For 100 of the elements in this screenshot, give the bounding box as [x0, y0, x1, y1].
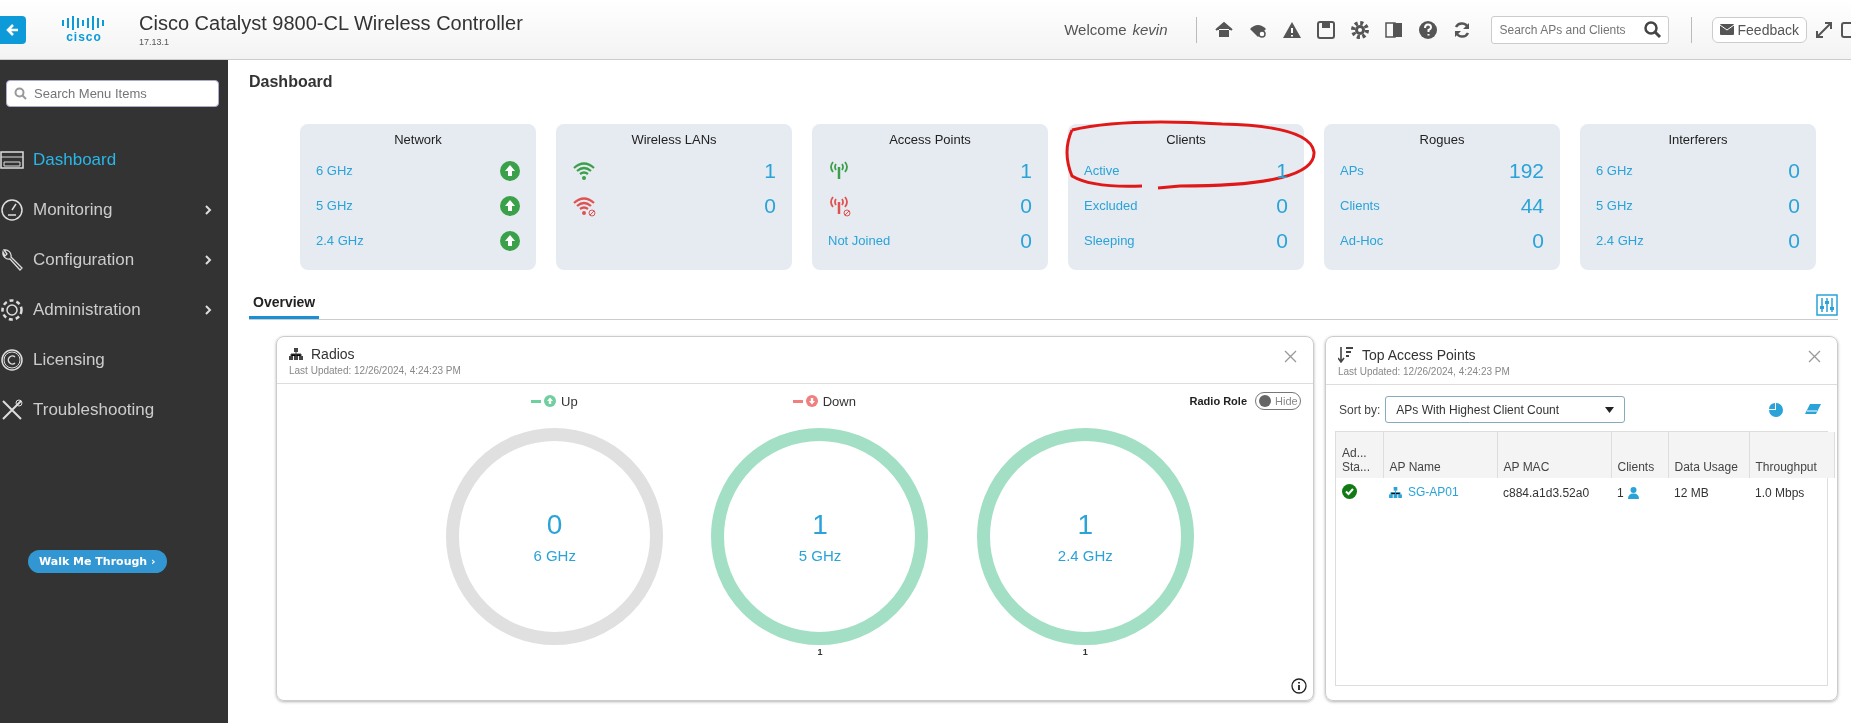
count-value[interactable]: 0: [1532, 228, 1544, 253]
version-label: 17.13.1: [139, 37, 171, 47]
sliders-icon[interactable]: [1816, 294, 1838, 316]
sort-dropdown[interactable]: APs With Highest Client Count: [1385, 396, 1626, 423]
metric-label[interactable]: 6 GHz: [1596, 163, 1789, 178]
count-value[interactable]: 0: [1788, 158, 1800, 183]
save-icon[interactable]: [1315, 19, 1336, 40]
tab[interactable]: Overview: [249, 290, 320, 319]
menu-search-field[interactable]: Search Menu Items: [6, 80, 219, 107]
band-label[interactable]: 5 GHz: [316, 198, 500, 213]
card-title: Clients: [1165, 132, 1207, 147]
ring-footnote: 1: [817, 647, 823, 657]
band-label[interactable]: 2.4 GHz: [316, 233, 500, 248]
search-icon: [1643, 20, 1662, 39]
metric-label[interactable]: 2.4 GHz: [1596, 233, 1789, 248]
legend-label: Down: [822, 393, 856, 409]
app-title: Cisco Catalyst 9800-CL Wireless Controller: [139, 12, 523, 35]
user-name: kevin: [1132, 21, 1168, 38]
feedback-button[interactable]: Feedback: [1711, 16, 1807, 43]
column-header[interactable]: Throughput: [1749, 432, 1834, 478]
back-arrow-icon: [6, 22, 20, 37]
column-header[interactable]: Clients: [1611, 432, 1668, 478]
close-icon: [1284, 350, 1297, 363]
page-title: Dashboard: [249, 73, 334, 91]
metric-label[interactable]: 5 GHz: [1596, 198, 1789, 213]
radio-role-toggle[interactable]: Hide: [1255, 392, 1301, 410]
card-title: Network: [393, 132, 443, 147]
metric-label[interactable]: Active: [1084, 163, 1277, 178]
close-icon: [1808, 350, 1821, 363]
table-cell: 1.0 Mbps: [1749, 478, 1834, 508]
card-title: Wireless LANs: [630, 132, 718, 147]
radio-count[interactable]: 1: [812, 509, 828, 541]
column-header[interactable]: Data Usage: [1668, 432, 1749, 478]
card-title: Interferers: [1667, 132, 1729, 147]
gear-icon: [0, 298, 24, 322]
count-value[interactable]: 44: [1520, 193, 1544, 218]
band-label[interactable]: 6 GHz: [533, 547, 576, 564]
count-value[interactable]: 1: [764, 158, 776, 183]
wrench-icon: [0, 248, 24, 272]
radio-count[interactable]: 0: [546, 509, 563, 541]
radio-count[interactable]: 1: [1077, 509, 1094, 541]
count-value[interactable]: 0: [1788, 193, 1800, 218]
count-value[interactable]: 0: [1020, 228, 1032, 253]
walk-me-through-button[interactable]: Walk Me Through ›: [28, 550, 167, 573]
person-icon[interactable]: [1627, 487, 1639, 499]
metric-label[interactable]: Not Joined: [828, 233, 1021, 248]
card-title: Rogues: [1418, 132, 1466, 147]
nav-item[interactable]: Licensing: [0, 335, 228, 385]
ap-name-link[interactable]: SG-AP01: [1389, 485, 1459, 500]
column-header[interactable]: AP MAC: [1497, 432, 1611, 478]
radio-role-label: Radio Role: [1189, 395, 1247, 407]
search-field[interactable]: Search APs and Clients: [1490, 15, 1669, 44]
metric-label[interactable]: Sleeping: [1084, 233, 1277, 248]
count-value[interactable]: 0: [1276, 228, 1288, 253]
count-value[interactable]: 0: [764, 193, 776, 218]
count-value[interactable]: 192: [1508, 158, 1544, 183]
home-icon[interactable]: [1213, 19, 1234, 40]
band-label[interactable]: 2.4 GHz: [1057, 547, 1113, 564]
panel-title: Radios: [311, 346, 355, 362]
welcome-label: Welcome: [1064, 21, 1127, 38]
back-button[interactable]: [0, 15, 26, 44]
metric-label[interactable]: APs: [1340, 163, 1509, 178]
settings-icon[interactable]: [1349, 19, 1370, 40]
table-cell: 1: [1617, 486, 1624, 500]
sort-label: Sort by:: [1339, 402, 1381, 417]
band-label[interactable]: 5 GHz: [798, 547, 842, 564]
gauge-icon: [0, 198, 24, 222]
nav-item[interactable]: Administration: [0, 285, 228, 335]
card-title: Access Points: [888, 132, 972, 147]
nav-item[interactable]: Monitoring: [0, 185, 228, 235]
band-label[interactable]: 6 GHz: [316, 163, 500, 178]
count-value[interactable]: 0: [1020, 193, 1032, 218]
pie-chart-icon[interactable]: [1769, 402, 1783, 417]
table-cell: 12 MB: [1668, 478, 1749, 508]
down-legend-icon: [792, 395, 819, 407]
count-value[interactable]: 1: [1276, 158, 1288, 183]
nav-item[interactable]: Configuration: [0, 235, 228, 285]
envelope-icon: [1719, 24, 1734, 35]
count-value[interactable]: 0: [1276, 193, 1288, 218]
table-cell: c884.a1d3.52a0: [1497, 478, 1611, 508]
caret-icon: [1605, 406, 1615, 413]
hierarchy-icon: [289, 348, 303, 360]
sort-icon: [1338, 346, 1354, 363]
help-icon[interactable]: [1417, 19, 1438, 40]
nav-item[interactable]: Dashboard: [0, 135, 228, 185]
up-legend-icon: [531, 395, 557, 407]
search-icon: [14, 87, 27, 100]
metric-label[interactable]: Ad-Hoc: [1340, 233, 1533, 248]
count-value[interactable]: 1: [1020, 158, 1032, 183]
last-updated-label: Last Updated: 12/26/2024, 4:24:23 PM: [1338, 366, 1511, 377]
panel-title: Top Access Points: [1362, 346, 1476, 363]
metric-label[interactable]: Excluded: [1084, 198, 1277, 213]
info-icon[interactable]: [1291, 678, 1307, 694]
nav-item[interactable]: Troubleshooting: [0, 385, 228, 435]
column-header[interactable]: Ad... Sta...: [1336, 432, 1383, 478]
metric-label[interactable]: Clients: [1340, 198, 1521, 213]
count-value[interactable]: 0: [1788, 228, 1800, 253]
column-header[interactable]: AP Name: [1383, 432, 1497, 478]
eraser-icon[interactable]: [1805, 402, 1821, 415]
expand-icon[interactable]: [1814, 19, 1834, 40]
